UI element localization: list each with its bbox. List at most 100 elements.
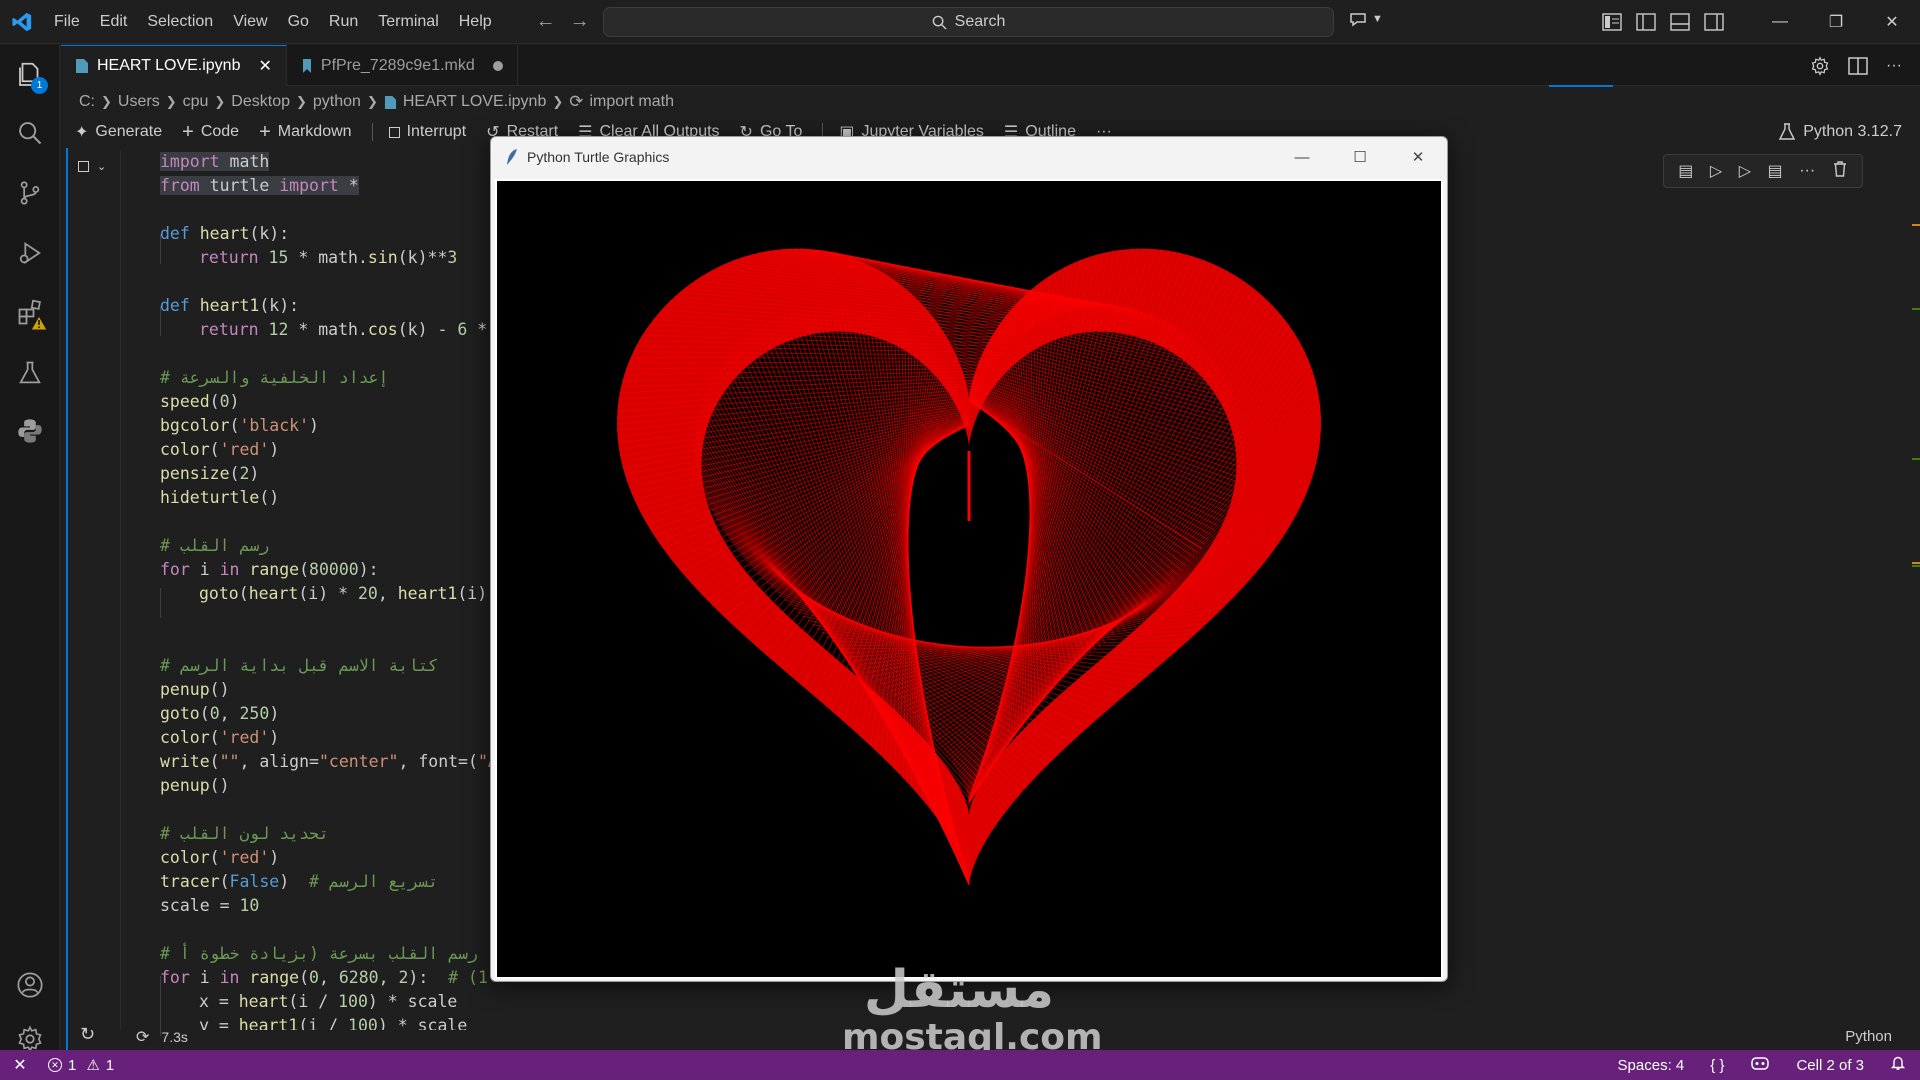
execute-cell-and-below-icon[interactable]: ▷ xyxy=(1739,161,1751,181)
token: heart xyxy=(248,584,299,603)
close-tab-icon[interactable]: ✕ xyxy=(258,56,271,76)
code-comment: # إعداد الخلفية والسرعة xyxy=(160,368,389,387)
problems-indicator[interactable]: ✕ 1 ⚠ 1 xyxy=(48,1056,114,1074)
crumb-python[interactable]: python xyxy=(313,93,361,111)
search-sidebar-icon[interactable] xyxy=(0,105,60,161)
copilot-status-icon[interactable] xyxy=(1750,1055,1770,1075)
error-count: 1 xyxy=(68,1056,77,1074)
kernel-flask-icon xyxy=(1779,123,1796,140)
menu-terminal[interactable]: Terminal xyxy=(368,0,448,44)
search-label: Search xyxy=(954,13,1006,30)
indentation-status[interactable]: Spaces: 4 xyxy=(1618,1057,1685,1074)
toggle-secondary-sidebar-icon[interactable] xyxy=(1704,13,1724,31)
token: ) xyxy=(269,848,280,867)
token: "center" xyxy=(318,752,399,771)
token: ) xyxy=(269,704,280,723)
restore-icon[interactable]: ❐ xyxy=(1808,0,1864,44)
cell-run-icon[interactable]: ↻ xyxy=(80,1024,95,1045)
cell-more-icon[interactable]: ··· xyxy=(1799,162,1815,180)
back-arrow-icon[interactable]: ← xyxy=(536,10,556,33)
menu-selection[interactable]: Selection xyxy=(137,0,223,44)
explorer-icon[interactable]: 1 xyxy=(0,47,60,103)
cell-position-status[interactable]: Cell 2 of 3 xyxy=(1796,1057,1864,1074)
turtle-graphics-window: Python Turtle Graphics — ☐ ✕ xyxy=(490,136,1448,982)
crumb-cpu[interactable]: cpu xyxy=(183,93,209,111)
split-editor-icon[interactable] xyxy=(1848,56,1868,75)
code-line: color('red') xyxy=(160,438,279,462)
copilot-menu[interactable]: ▼ xyxy=(1348,10,1383,28)
toggle-panel-icon[interactable] xyxy=(1670,13,1690,31)
code-line: for i in range(80000): xyxy=(160,558,379,582)
menu-run[interactable]: Run xyxy=(319,0,368,44)
delete-cell-icon[interactable] xyxy=(1832,160,1848,183)
token: heart1 xyxy=(397,584,458,603)
close-icon[interactable]: ✕ xyxy=(1389,137,1447,177)
token: 15 xyxy=(258,248,289,267)
settings-gear-icon[interactable] xyxy=(1810,55,1830,76)
split-cell-icon[interactable]: ▤ xyxy=(1768,161,1783,181)
extensions-icon[interactable] xyxy=(0,285,60,341)
token: in xyxy=(219,968,240,987)
kernel-picker[interactable]: Python 3.12.7 xyxy=(1779,117,1902,147)
menu-file[interactable]: File xyxy=(44,0,90,44)
maximize-icon[interactable]: ☐ xyxy=(1331,137,1389,177)
token: 100 xyxy=(338,992,368,1011)
python-icon[interactable] xyxy=(0,403,60,459)
tab-pfpre[interactable]: PfPre_7289c9e1.mkd xyxy=(287,45,518,86)
token: def xyxy=(160,296,190,315)
token: ) xyxy=(279,872,310,891)
token: tracer xyxy=(160,872,220,891)
menu-edit[interactable]: Edit xyxy=(90,0,138,44)
code-line: from turtle import * xyxy=(160,174,359,198)
close-icon[interactable]: ✕ xyxy=(1864,0,1920,44)
token: 'black' xyxy=(239,416,310,435)
add-code-button[interactable]: + Code xyxy=(182,121,239,144)
ruler-mark xyxy=(1912,224,1920,226)
menu-go[interactable]: Go xyxy=(278,0,319,44)
token: 10 xyxy=(239,896,260,915)
cell-collapse-toggle[interactable]: ⌄ xyxy=(78,160,106,173)
tab-heart-love[interactable]: HEART LOVE.ipynb ✕ xyxy=(61,45,287,86)
generate-button[interactable]: ✦ Generate xyxy=(75,122,162,142)
run-debug-icon[interactable] xyxy=(0,225,60,281)
execute-cell-below-icon[interactable]: ▷ xyxy=(1710,161,1722,181)
code-line: return 12 * math.cos(k) - 6 * m xyxy=(199,318,507,342)
crumb-file[interactable]: HEART LOVE.ipynb xyxy=(403,93,546,111)
execute-above-icon[interactable]: ▤ xyxy=(1678,161,1693,181)
toggle-primary-sidebar-icon[interactable] xyxy=(1636,13,1656,31)
more-actions-icon[interactable]: ··· xyxy=(1886,57,1902,75)
crumb-users[interactable]: Users xyxy=(118,93,160,111)
token: 'red' xyxy=(219,728,270,747)
crumb-symbol[interactable]: import math xyxy=(590,93,674,111)
interrupt-button[interactable]: Interrupt xyxy=(388,123,466,141)
crumb-desktop[interactable]: Desktop xyxy=(231,93,290,111)
code-line: write("", align="center", font=("Ar xyxy=(160,750,508,774)
language-mode-braces[interactable]: { } xyxy=(1710,1057,1724,1074)
menu-view[interactable]: View xyxy=(223,0,277,44)
menu-help[interactable]: Help xyxy=(449,0,502,44)
cell-language[interactable]: Python xyxy=(1845,1028,1892,1045)
minimize-icon[interactable]: — xyxy=(1273,137,1331,177)
customize-layout-icon[interactable] xyxy=(1602,13,1622,31)
unsaved-dot-icon[interactable] xyxy=(492,60,503,71)
editor-tabs: HEART LOVE.ipynb ✕ PfPre_7289c9e1.mkd ··… xyxy=(61,45,1920,86)
remote-indicator[interactable]: ✕ xyxy=(0,1050,40,1080)
notifications-bell-icon[interactable] xyxy=(1890,1055,1906,1075)
code-line: hideturtle() xyxy=(160,486,279,510)
account-icon[interactable] xyxy=(0,957,60,1013)
code-comment: # تحديد لون القلب xyxy=(160,824,329,843)
notebook-file-icon xyxy=(384,95,396,109)
command-center-search[interactable]: Search xyxy=(603,7,1334,37)
crumb-drive[interactable]: C: xyxy=(79,93,95,111)
tab-label: PfPre_7289c9e1.mkd xyxy=(320,56,475,74)
execution-spinner-icon: ⟳ xyxy=(136,1029,150,1046)
testing-icon[interactable] xyxy=(0,345,60,401)
chevron-right-icon: ❯ xyxy=(165,94,177,109)
source-control-icon[interactable] xyxy=(0,165,60,221)
cell-focus-indicator xyxy=(66,148,68,1050)
minimize-icon[interactable]: — xyxy=(1752,0,1808,44)
markdown-label: Markdown xyxy=(277,123,352,140)
forward-arrow-icon[interactable]: → xyxy=(570,10,590,33)
token: 20 xyxy=(357,584,378,603)
add-markdown-button[interactable]: + Markdown xyxy=(259,121,352,144)
